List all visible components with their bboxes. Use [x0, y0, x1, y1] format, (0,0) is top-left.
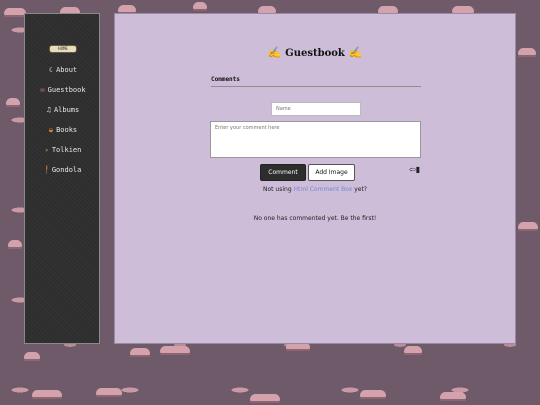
cloud [8, 240, 22, 247]
cloud [518, 48, 536, 55]
cloud [96, 388, 122, 395]
cloud [518, 222, 538, 229]
cloud [404, 346, 422, 353]
cloud [452, 6, 474, 13]
cloud [258, 6, 276, 13]
cloud [4, 8, 26, 15]
sparkle-icon: ✧ [44, 146, 49, 154]
cloud [360, 390, 386, 397]
html-comment-box-link[interactable]: Html Comment Box [294, 186, 353, 193]
add-image-button[interactable]: Add Image [308, 164, 355, 181]
guestbook-panel: ✍Guestbook✍ Comments Comment Add Image ⇦… [114, 13, 516, 344]
cloud [250, 394, 280, 401]
sidebar-item-books[interactable]: ◒ Books [25, 126, 101, 134]
cloud [6, 98, 20, 105]
cloud [24, 352, 40, 359]
page-title: Guestbook [285, 48, 345, 59]
sidebar-item-albums[interactable]: ♫ Albums [25, 106, 101, 114]
sidebar-item-guestbook[interactable]: ✉ Guestbook [25, 86, 101, 94]
sidebar-item-label: Tolkien [51, 146, 82, 154]
cloud [193, 2, 207, 9]
cloud [130, 348, 150, 355]
cloud [160, 346, 190, 353]
notice-suffix: yet? [352, 186, 367, 193]
cloud [440, 392, 466, 399]
home-badge[interactable]: HOME [49, 45, 77, 53]
comment-button[interactable]: Comment [260, 164, 306, 181]
sidebar-item-tolkien[interactable]: ✧ Tolkien [25, 146, 101, 154]
login-door-icon[interactable]: ⇦▮ [409, 165, 420, 174]
sidebar-nav: HOME ☾ About ✉ Guestbook ♫ Albums ◒ Books ✧ T… [24, 13, 100, 344]
notice-text: Not using Html Comment Box yet? [115, 186, 515, 193]
name-input[interactable] [271, 102, 361, 116]
page-title-row: ✍ Guestbook ✍ [115, 46, 515, 59]
music-note-icon: ♫ [46, 106, 51, 114]
sidebar-item-gondola[interactable]: ╿ Gondola [25, 166, 101, 174]
sidebar-item-label: Guestbook [47, 86, 86, 94]
cloud [378, 6, 398, 13]
cloud [32, 390, 62, 397]
book-icon: ◒ [48, 126, 54, 134]
sidebar-item-label: Books [56, 126, 78, 134]
comment-textarea[interactable] [210, 121, 421, 158]
comments-heading: Comments [211, 76, 421, 87]
open-book-quill-icon: ✍ [267, 46, 282, 59]
sidebar-item-label: Albums [53, 106, 80, 114]
open-book-quill-icon: ✍ [348, 46, 363, 59]
cloud [118, 5, 136, 12]
empty-comments-message: No one has commented yet. Be the first! [253, 215, 377, 222]
sidebar-item-label: About [56, 66, 78, 74]
moon-icon: ☾ [48, 66, 54, 74]
sidebar-item-label: Gondola [51, 166, 82, 174]
envelope-icon: ✉ [40, 86, 45, 94]
gondola-icon: ╿ [44, 166, 49, 174]
sidebar-item-about[interactable]: ☾ About [25, 66, 101, 74]
notice-prefix: Not using [263, 186, 294, 193]
